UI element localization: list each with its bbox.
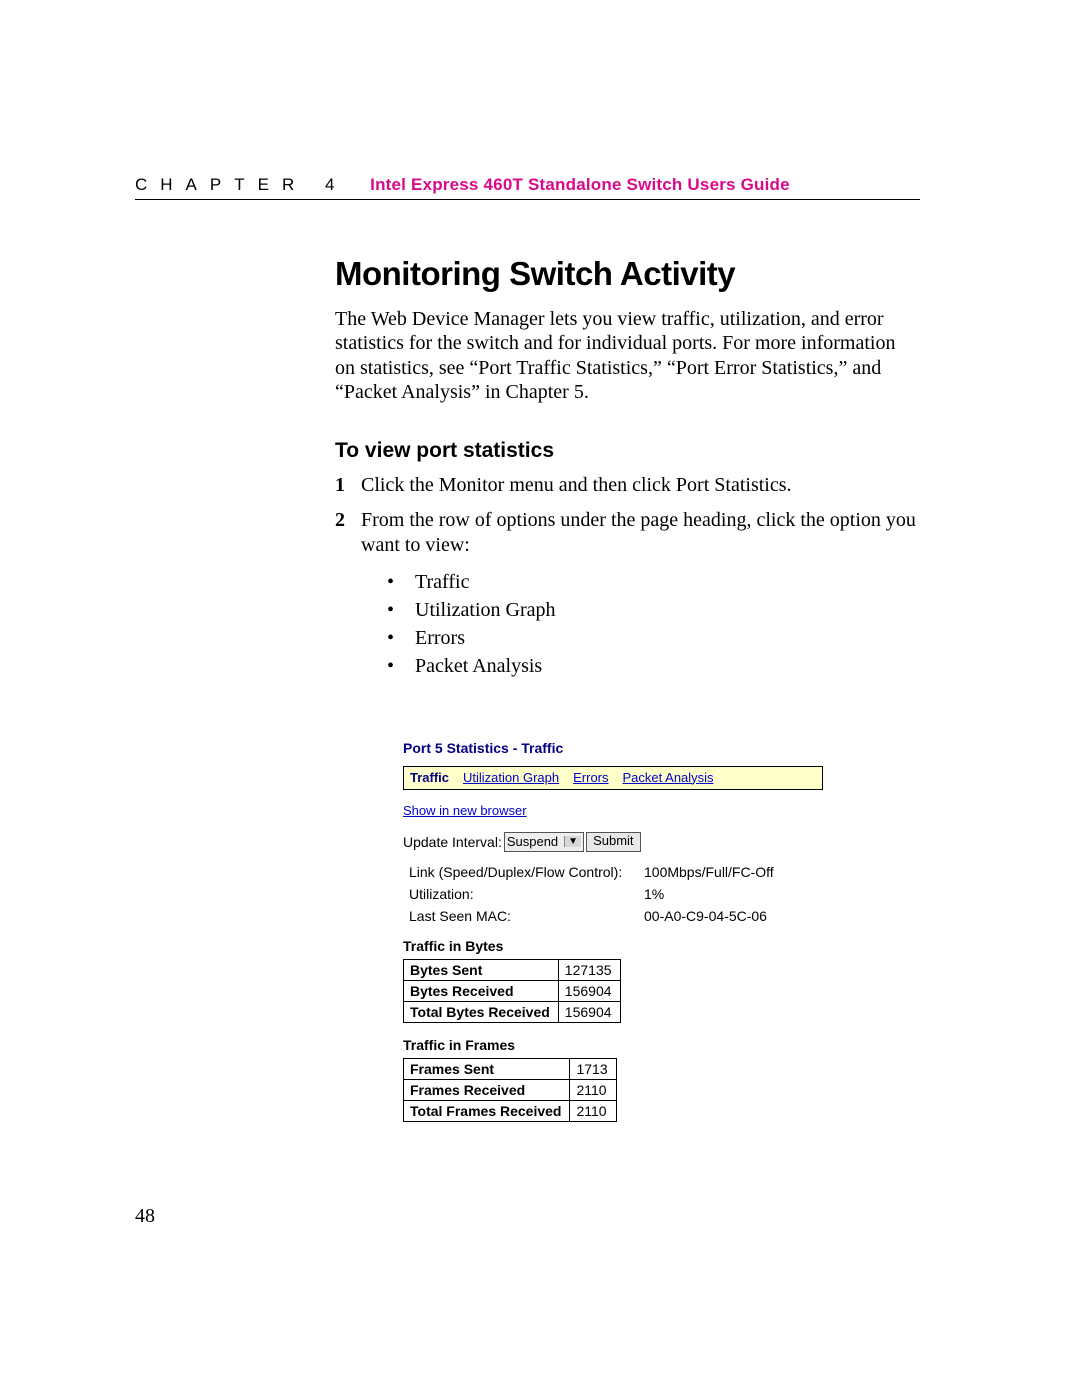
summary-label: Link (Speed/Duplex/Flow Control): (409, 864, 644, 880)
bytes-subheading: Traffic in Bytes (403, 938, 823, 954)
frames-received-label: Frames Received (404, 1079, 570, 1100)
step-number: 2 (335, 508, 361, 558)
update-interval-value: Suspend (507, 834, 558, 849)
section-title: Monitoring Switch Activity (335, 255, 920, 293)
total-bytes-received-label: Total Bytes Received (404, 1001, 559, 1022)
summary-label: Utilization: (409, 886, 644, 902)
step-2: 2 From the row of options under the page… (335, 508, 920, 558)
option-traffic: Traffic (387, 568, 920, 596)
chapter-label: CHAPTER 4 (135, 175, 347, 194)
summary-block: Link (Speed/Duplex/Flow Control): 100Mbp… (409, 864, 823, 924)
step-text: From the row of options under the page h… (361, 508, 920, 558)
frames-sent-label: Frames Sent (404, 1058, 570, 1079)
bytes-received-label: Bytes Received (404, 980, 559, 1001)
section-intro: The Web Device Manager lets you view tra… (335, 307, 920, 405)
table-row: Total Frames Received2110 (404, 1100, 617, 1121)
guide-title: Intel Express 460T Standalone Switch Use… (370, 175, 790, 194)
frames-sent-value: 1713 (570, 1058, 616, 1079)
table-row: Frames Received2110 (404, 1079, 617, 1100)
summary-value: 00-A0-C9-04-5C-06 (644, 908, 767, 924)
subsection-title: To view port statistics (335, 439, 920, 463)
page-header: CHAPTER 4 Intel Express 460T Standalone … (135, 175, 920, 200)
bytes-sent-value: 127135 (558, 959, 620, 980)
total-frames-received-value: 2110 (570, 1100, 616, 1121)
tab-utilization-graph[interactable]: Utilization Graph (463, 770, 559, 785)
summary-row-link: Link (Speed/Duplex/Flow Control): 100Mbp… (409, 864, 823, 880)
table-row: Frames Sent1713 (404, 1058, 617, 1079)
frames-received-value: 2110 (570, 1079, 616, 1100)
tab-traffic[interactable]: Traffic (410, 770, 449, 785)
update-interval-controls: Update Interval: Suspend ▼ Submit (403, 832, 823, 852)
total-frames-received-label: Total Frames Received (404, 1100, 570, 1121)
option-errors: Errors (387, 624, 920, 652)
summary-row-utilization: Utilization: 1% (409, 886, 823, 902)
tab-packet-analysis[interactable]: Packet Analysis (623, 770, 714, 785)
frames-subheading: Traffic in Frames (403, 1037, 823, 1053)
bytes-sent-label: Bytes Sent (404, 959, 559, 980)
summary-row-mac: Last Seen MAC: 00-A0-C9-04-5C-06 (409, 908, 823, 924)
option-packet-analysis: Packet Analysis (387, 652, 920, 680)
step-number: 1 (335, 473, 361, 498)
step-text: Click the Monitor menu and then click Po… (361, 473, 920, 498)
submit-button[interactable]: Submit (586, 832, 640, 852)
frames-table: Frames Sent1713 Frames Received2110 Tota… (403, 1058, 617, 1122)
update-interval-select[interactable]: Suspend ▼ (504, 832, 584, 852)
summary-label: Last Seen MAC: (409, 908, 644, 924)
tab-errors[interactable]: Errors (573, 770, 608, 785)
show-new-browser-link[interactable]: Show in new browser (403, 803, 527, 818)
step-1: 1 Click the Monitor menu and then click … (335, 473, 920, 498)
port-statistics-figure: Port 5 Statistics - Traffic Traffic Util… (403, 740, 823, 1122)
table-row: Total Bytes Received156904 (404, 1001, 621, 1022)
table-row: Bytes Received156904 (404, 980, 621, 1001)
options-list: Traffic Utilization Graph Errors Packet … (387, 568, 920, 680)
table-row: Bytes Sent127135 (404, 959, 621, 980)
figure-title: Port 5 Statistics - Traffic (403, 740, 823, 756)
total-bytes-received-value: 156904 (558, 1001, 620, 1022)
bytes-table: Bytes Sent127135 Bytes Received156904 To… (403, 959, 621, 1023)
option-utilization-graph: Utilization Graph (387, 596, 920, 624)
bytes-received-value: 156904 (558, 980, 620, 1001)
chevron-down-icon: ▼ (564, 836, 581, 847)
summary-value: 100Mbps/Full/FC-Off (644, 864, 774, 880)
page-number: 48 (135, 1205, 155, 1228)
summary-value: 1% (644, 886, 664, 902)
update-interval-label: Update Interval: (403, 834, 502, 850)
figure-tabbar: Traffic Utilization Graph Errors Packet … (403, 766, 823, 790)
